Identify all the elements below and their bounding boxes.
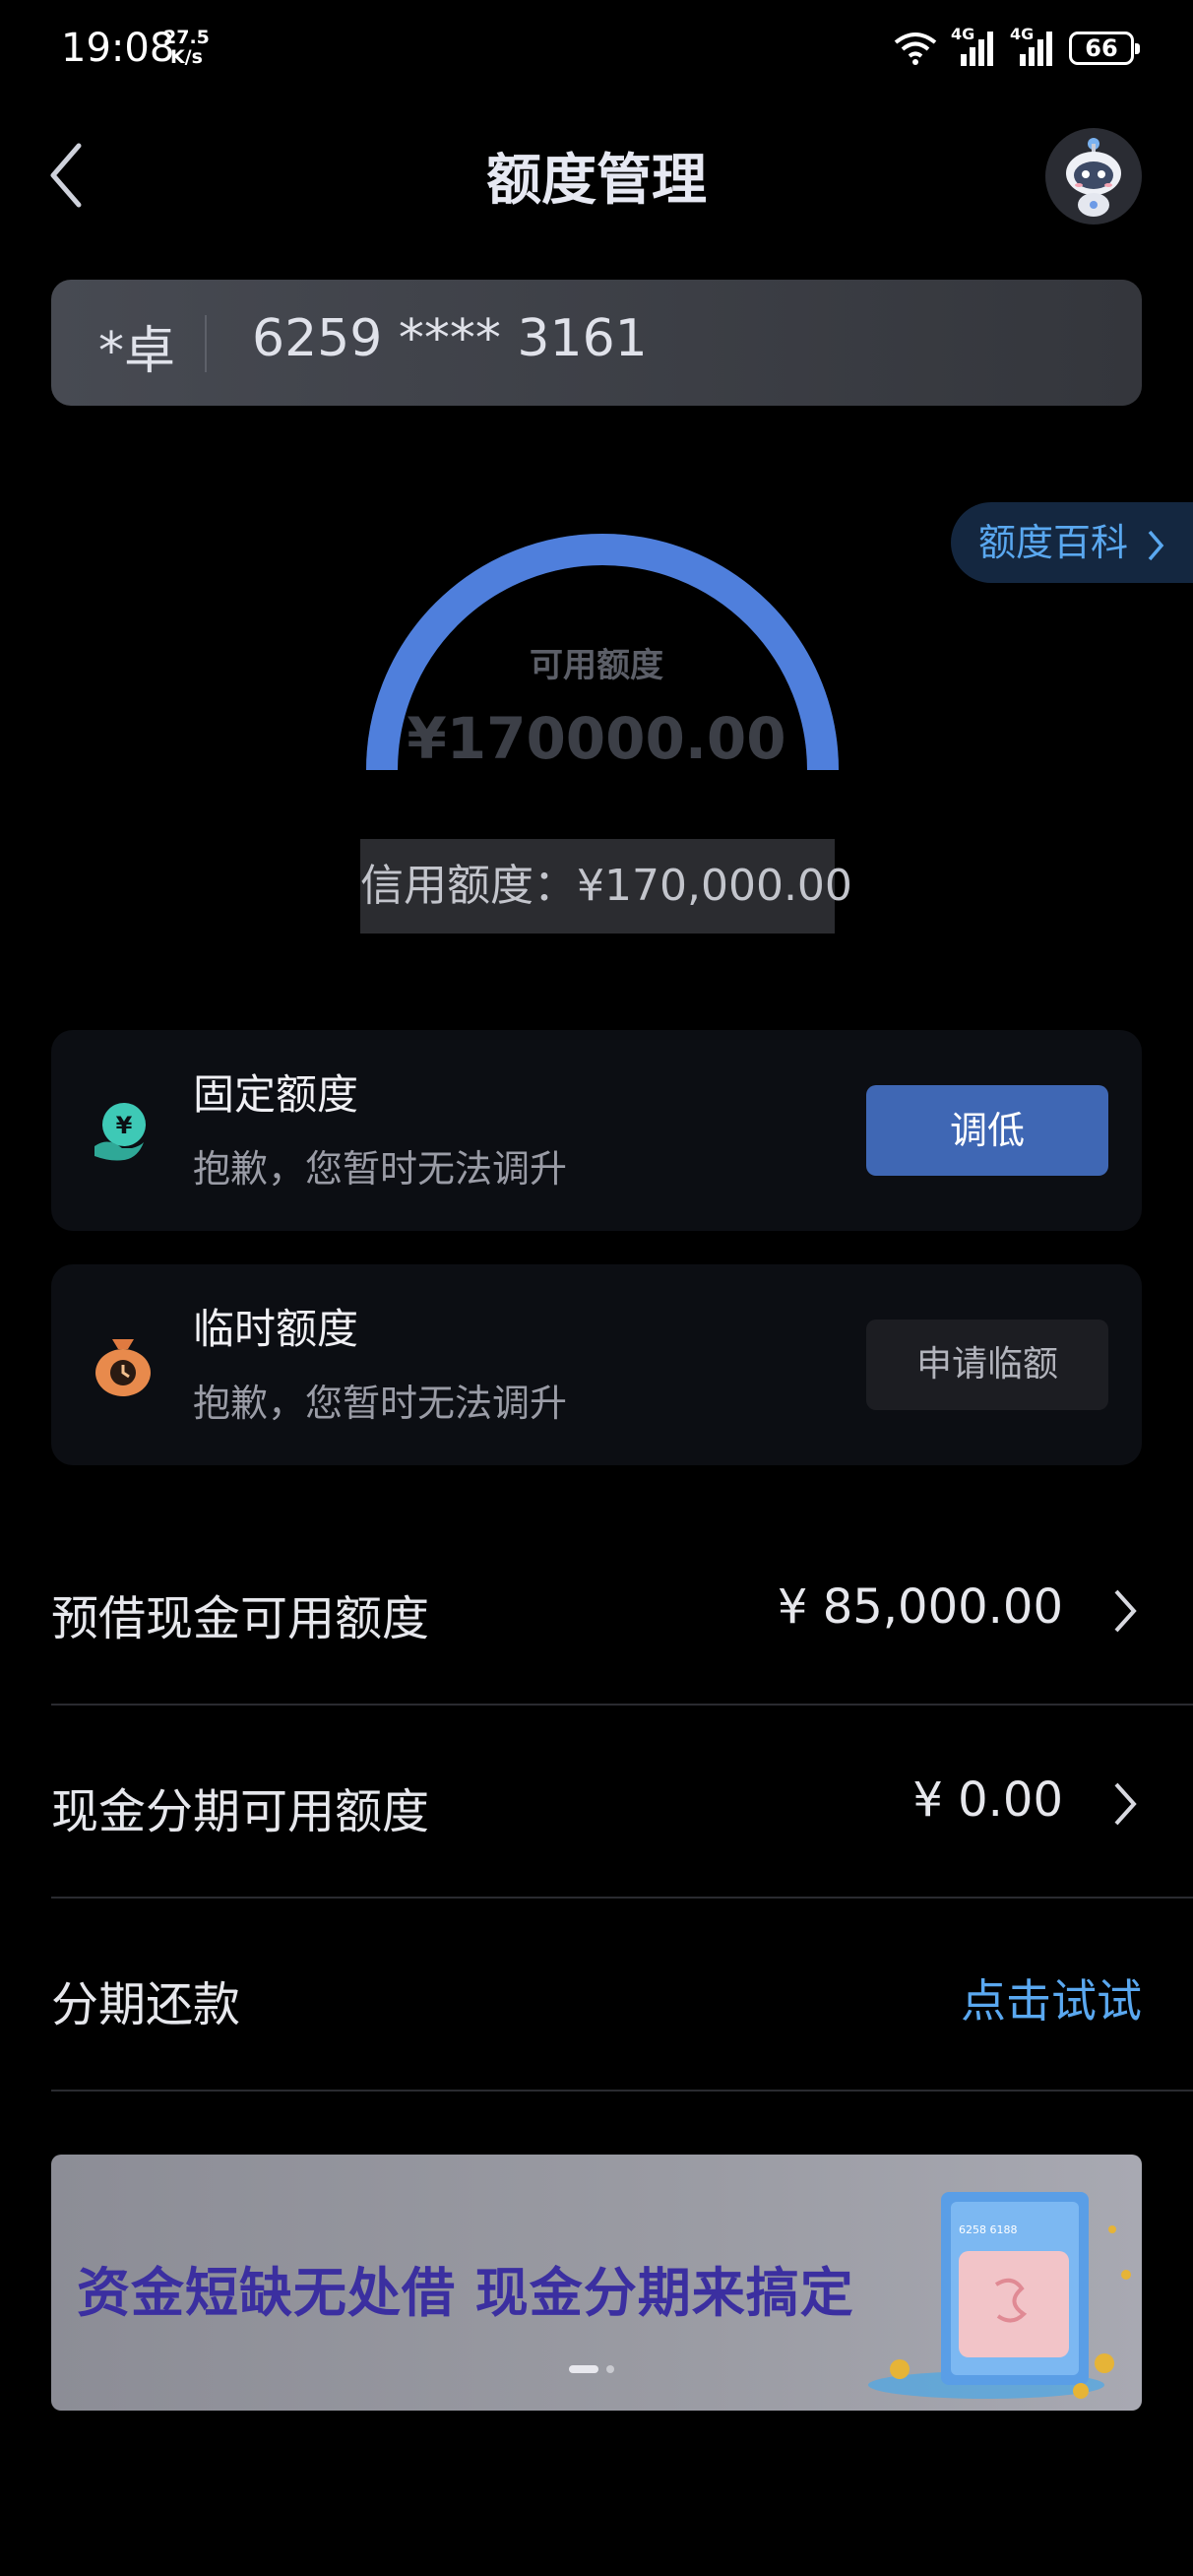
fixed-quota-card: ¥ 固定额度 抱歉，您暂时无法调升 调低 bbox=[51, 1030, 1142, 1231]
signal-2: 4G bbox=[1010, 25, 1055, 66]
cash-advance-row[interactable]: 预借现金可用额度 ¥ 85,000.00 bbox=[51, 1513, 1193, 1706]
network-speed: 27.5 K/s bbox=[163, 28, 210, 67]
robot-avatar[interactable] bbox=[1045, 128, 1142, 225]
network-speed-unit: K/s bbox=[169, 46, 203, 68]
temporary-quota-subtitle: 抱歉，您暂时无法调升 bbox=[193, 1382, 568, 1425]
chevron-right-icon bbox=[1114, 1782, 1137, 1826]
carousel-dot-active bbox=[569, 2365, 598, 2373]
card-number: 6259 **** 3161 bbox=[252, 309, 648, 368]
battery-icon: 66 bbox=[1069, 32, 1140, 65]
money-bag-clock-icon bbox=[95, 1339, 151, 1396]
chevron-right-icon bbox=[1148, 530, 1164, 560]
cash-installment-label: 现金分期可用额度 bbox=[51, 1784, 430, 1839]
lower-quota-button[interactable]: 调低 bbox=[866, 1085, 1108, 1176]
svg-text:¥: ¥ bbox=[116, 1112, 133, 1139]
page-title: 额度管理 bbox=[486, 149, 707, 213]
card-selector[interactable]: *卓 6259 **** 3161 bbox=[51, 280, 1142, 406]
installment-repayment-label: 分期还款 bbox=[51, 1977, 241, 2032]
fixed-quota-title: 固定额度 bbox=[193, 1070, 359, 1119]
cash-installment-value: ¥ 0.00 bbox=[912, 1772, 1063, 1828]
signal-bars-icon bbox=[1020, 32, 1052, 66]
temporary-quota-card: 临时额度 抱歉，您暂时无法调升 申请临额 bbox=[51, 1264, 1142, 1465]
robot-mascot-icon bbox=[1066, 138, 1121, 217]
quota-encyclopedia-label: 额度百科 bbox=[978, 521, 1129, 564]
carousel-dot bbox=[606, 2365, 614, 2373]
cash-advance-label: 预借现金可用额度 bbox=[51, 1591, 430, 1646]
cash-installment-row[interactable]: 现金分期可用额度 ¥ 0.00 bbox=[51, 1706, 1193, 1899]
signal-1: 4G bbox=[951, 25, 996, 66]
promo-banner[interactable]: 资金短缺无处借 现金分期来搞定 6258 6188 bbox=[51, 2155, 1142, 2411]
cash-advance-value: ¥ 85,000.00 bbox=[777, 1579, 1063, 1635]
installment-repayment-row: 分期还款 点击试试 bbox=[51, 1899, 1193, 2092]
credit-card-illustration: 6258 6188 bbox=[868, 2192, 1131, 2399]
yuan-hand-icon: ¥ bbox=[94, 1103, 146, 1161]
signal-bars-icon bbox=[961, 32, 993, 66]
status-icons: 4G 4G 66 bbox=[894, 25, 1140, 69]
card-divider bbox=[205, 315, 207, 372]
chevron-right-icon bbox=[1114, 1589, 1137, 1633]
card-owner-name: *卓 bbox=[98, 322, 176, 381]
battery-level: 66 bbox=[1085, 34, 1118, 62]
status-bar: 19:08 27.5 K/s 4G 4G 66 bbox=[0, 0, 1193, 98]
fixed-quota-subtitle: 抱歉，您暂时无法调升 bbox=[193, 1147, 568, 1191]
carousel-dots bbox=[569, 2365, 614, 2373]
card-number-text: 6258 6188 bbox=[959, 2223, 1018, 2236]
available-quota-amount: ¥170000.00 bbox=[407, 705, 786, 772]
quota-encyclopedia-link[interactable]: 额度百科 bbox=[951, 502, 1193, 583]
available-quota-label: 可用额度 bbox=[530, 646, 663, 685]
status-time: 19:08 bbox=[61, 26, 175, 71]
credit-limit-text: 信用额度：¥170,000.00 bbox=[360, 839, 852, 934]
promo-banner-text: 资金短缺无处借 现金分期来搞定 bbox=[77, 2262, 854, 2324]
apply-temporary-quota-button[interactable]: 申请临额 bbox=[866, 1320, 1108, 1410]
page: 19:08 27.5 K/s 4G 4G 66 额度管理 *卓 6259 ***… bbox=[0, 0, 1193, 2576]
temporary-quota-title: 临时额度 bbox=[193, 1305, 359, 1353]
network-speed-value: 27.5 bbox=[163, 27, 210, 48]
try-it-link[interactable]: 点击试试 bbox=[961, 1965, 1142, 2030]
wifi-icon bbox=[894, 32, 937, 65]
